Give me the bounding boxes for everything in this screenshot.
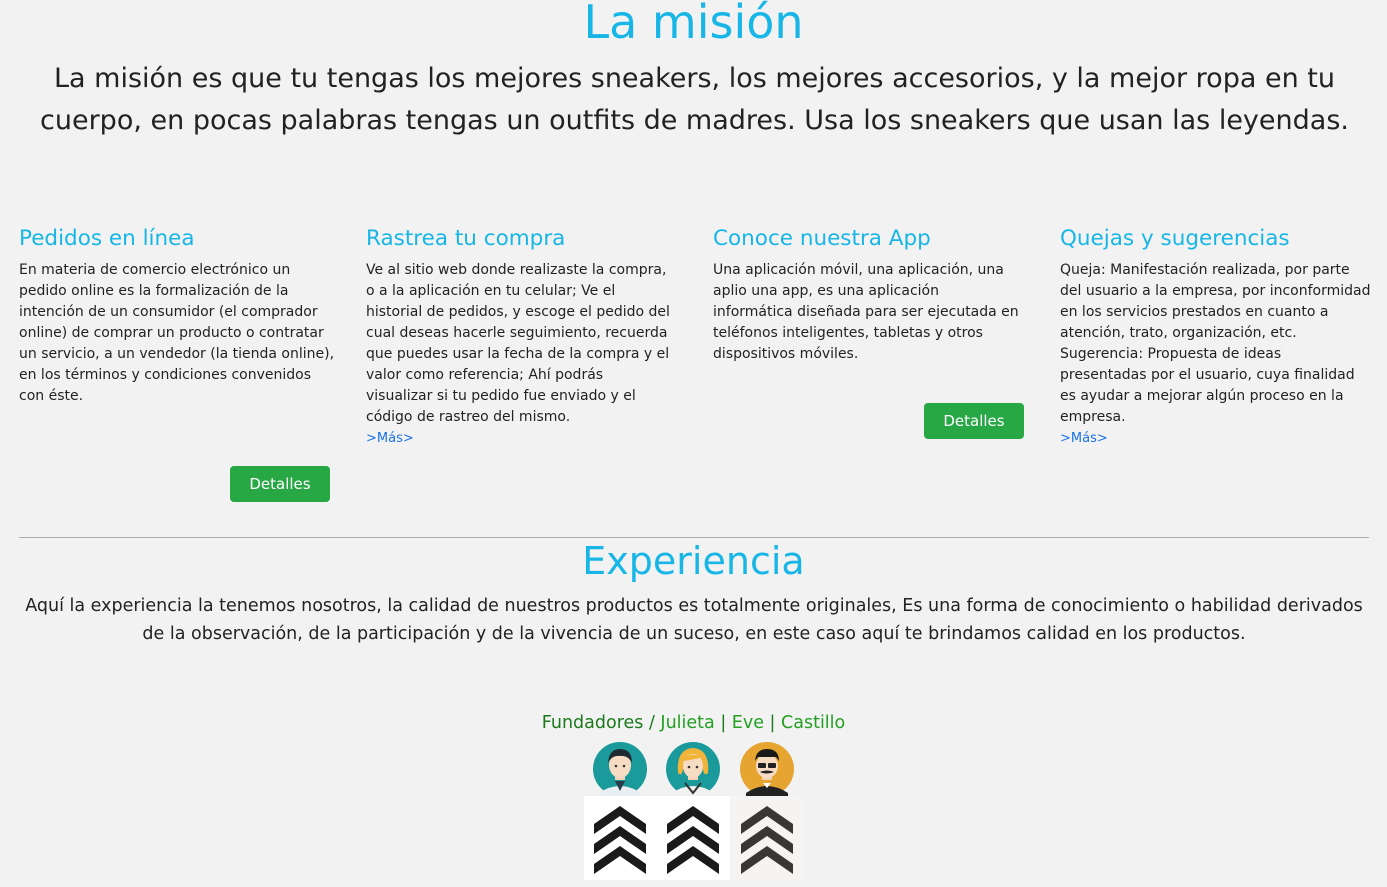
card-app: Conoce nuestra App Una aplicación móvil,…: [713, 222, 1023, 365]
mission-text: La misión es que tu tengas los mejores s…: [40, 63, 1349, 136]
detalles-button[interactable]: Detalles: [230, 466, 330, 502]
founder-name-eve: Eve: [731, 713, 764, 733]
founder-ranks: [584, 796, 804, 880]
chevron-rank-icon: [584, 796, 657, 880]
experience-text: Aquí la experiencia la tenemos nosotros,…: [25, 596, 1363, 644]
more-link[interactable]: >Más>: [1060, 428, 1372, 449]
card-text: Una aplicación móvil, una aplicación, un…: [713, 262, 1019, 362]
card-text: Ve al sitio web donde realizaste la comp…: [366, 262, 670, 425]
avatar-man-icon: [585, 741, 655, 797]
founders-slash: /: [643, 713, 661, 733]
founders-separator: |: [763, 713, 782, 733]
card-title: Quejas y sugerencias: [1060, 226, 1290, 251]
chevron-rank-icon: [731, 796, 804, 880]
card-title: Conoce nuestra App: [713, 226, 931, 251]
avatar-mustache-man-icon: [732, 741, 802, 797]
card-title: Pedidos en línea: [19, 226, 195, 251]
card-title: Rastrea tu compra: [366, 226, 566, 251]
chevron-rank-icon: [657, 796, 730, 880]
founder-name-castillo: Castillo: [781, 713, 846, 733]
card-rastrea: Rastrea tu compra Ve al sitio web donde …: [366, 222, 672, 449]
more-link[interactable]: >Más>: [366, 428, 672, 449]
founder-avatars: [585, 741, 805, 797]
info-cards: Pedidos en línea En materia de comercio …: [19, 222, 1372, 512]
detalles-button[interactable]: Detalles: [924, 403, 1024, 439]
founders-label: Fundadores: [541, 713, 644, 733]
card-text: Queja: Manifestación realizada, por part…: [1060, 262, 1371, 425]
experience-title: Experiencia: [582, 539, 805, 583]
card-quejas: Quejas y sugerencias Queja: Manifestació…: [1060, 222, 1372, 449]
avatar-woman-icon: [658, 741, 728, 797]
mission-title: La misión: [583, 0, 804, 49]
founders-line: Fundadores / Julieta | Eve | Castillo: [0, 710, 1387, 736]
card-pedidos: Pedidos en línea En materia de comercio …: [19, 222, 337, 407]
founder-name-julieta: Julieta: [660, 713, 715, 733]
page: La misión La misión es que tu tengas los…: [0, 0, 1387, 887]
founders-separator: |: [714, 713, 732, 733]
card-text: En materia de comercio electrónico un pe…: [19, 262, 335, 404]
